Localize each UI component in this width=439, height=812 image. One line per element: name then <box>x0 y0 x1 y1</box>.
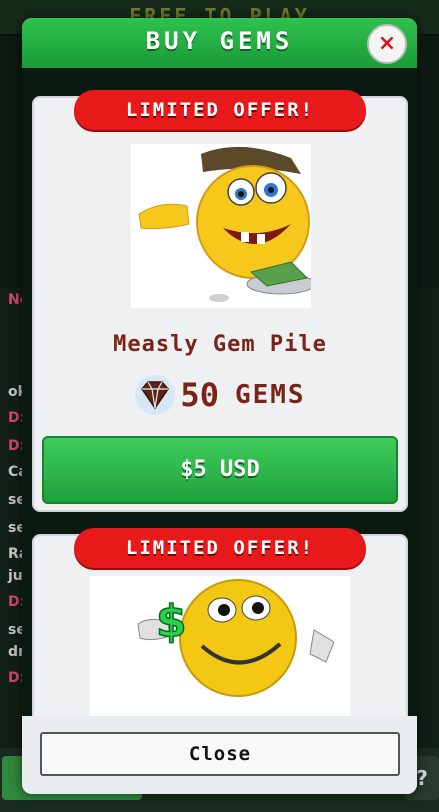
gem-icon <box>134 374 176 416</box>
modal-header: BUY GEMS × <box>22 18 417 68</box>
dollar-sign: $ <box>156 596 187 647</box>
limited-offer-ribbon: LIMITED OFFER! <box>74 528 366 568</box>
offer-card: LIMITED OFFER! $ MONEY <box>32 528 408 716</box>
close-button[interactable]: Close <box>40 732 400 776</box>
close-icon[interactable]: × <box>367 24 407 64</box>
smiley-holding-cash-icon <box>131 144 311 308</box>
offers-list[interactable]: LIMITED OFFER! Measly Gem Pile 50 GEMS $… <box>22 68 417 716</box>
offer-card: LIMITED OFFER! Measly Gem Pile 50 GEMS $… <box>32 90 408 512</box>
modal-footer: Close <box>22 716 417 794</box>
gem-count: 50 <box>180 376 219 414</box>
limited-offer-ribbon: LIMITED OFFER! <box>74 90 366 130</box>
buy-button[interactable]: $5 USD <box>42 436 398 504</box>
gem-unit: GEMS <box>234 380 306 410</box>
gem-amount: 50 GEMS <box>34 374 406 420</box>
modal-title: BUY GEMS <box>145 27 294 55</box>
offer-name: Measly Gem Pile <box>113 332 327 357</box>
chat-line: ju <box>8 568 23 584</box>
money-text: MONEY <box>103 708 338 716</box>
buy-gems-modal: BUY GEMS × LIMITED OFFER! Measly Gem Pil… <box>22 18 417 794</box>
smiley-money-icon: $ MONEY <box>90 576 350 716</box>
